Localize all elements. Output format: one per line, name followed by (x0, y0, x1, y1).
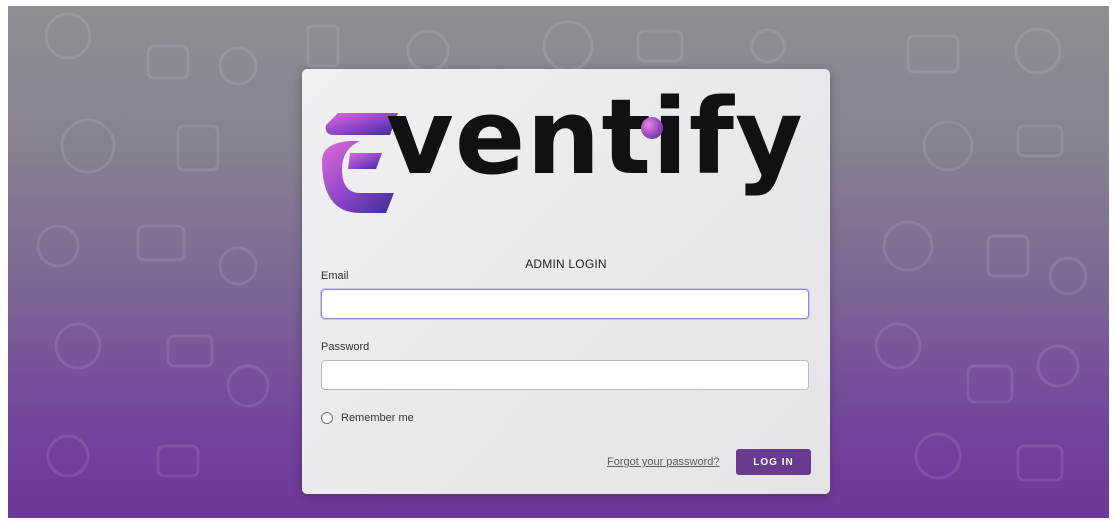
logo-wordmark: ventify (386, 76, 804, 198)
remember-me-checkbox[interactable] (321, 412, 333, 424)
remember-me-row[interactable]: Remember me (321, 411, 414, 425)
login-card: ventify ADMIN LOGIN Email Password Remem… (302, 69, 830, 494)
password-field[interactable] (321, 360, 809, 390)
email-label: Email (321, 270, 349, 282)
logo-i-dot (641, 117, 663, 139)
page-title: ADMIN LOGIN (525, 257, 607, 271)
login-button[interactable]: LOG IN (736, 449, 811, 475)
email-field[interactable] (321, 289, 809, 319)
forgot-password-link[interactable]: Forgot your password? (607, 456, 720, 468)
remember-me-label: Remember me (341, 412, 414, 424)
eventify-logo: ventify (320, 85, 803, 227)
password-label: Password (321, 341, 370, 353)
